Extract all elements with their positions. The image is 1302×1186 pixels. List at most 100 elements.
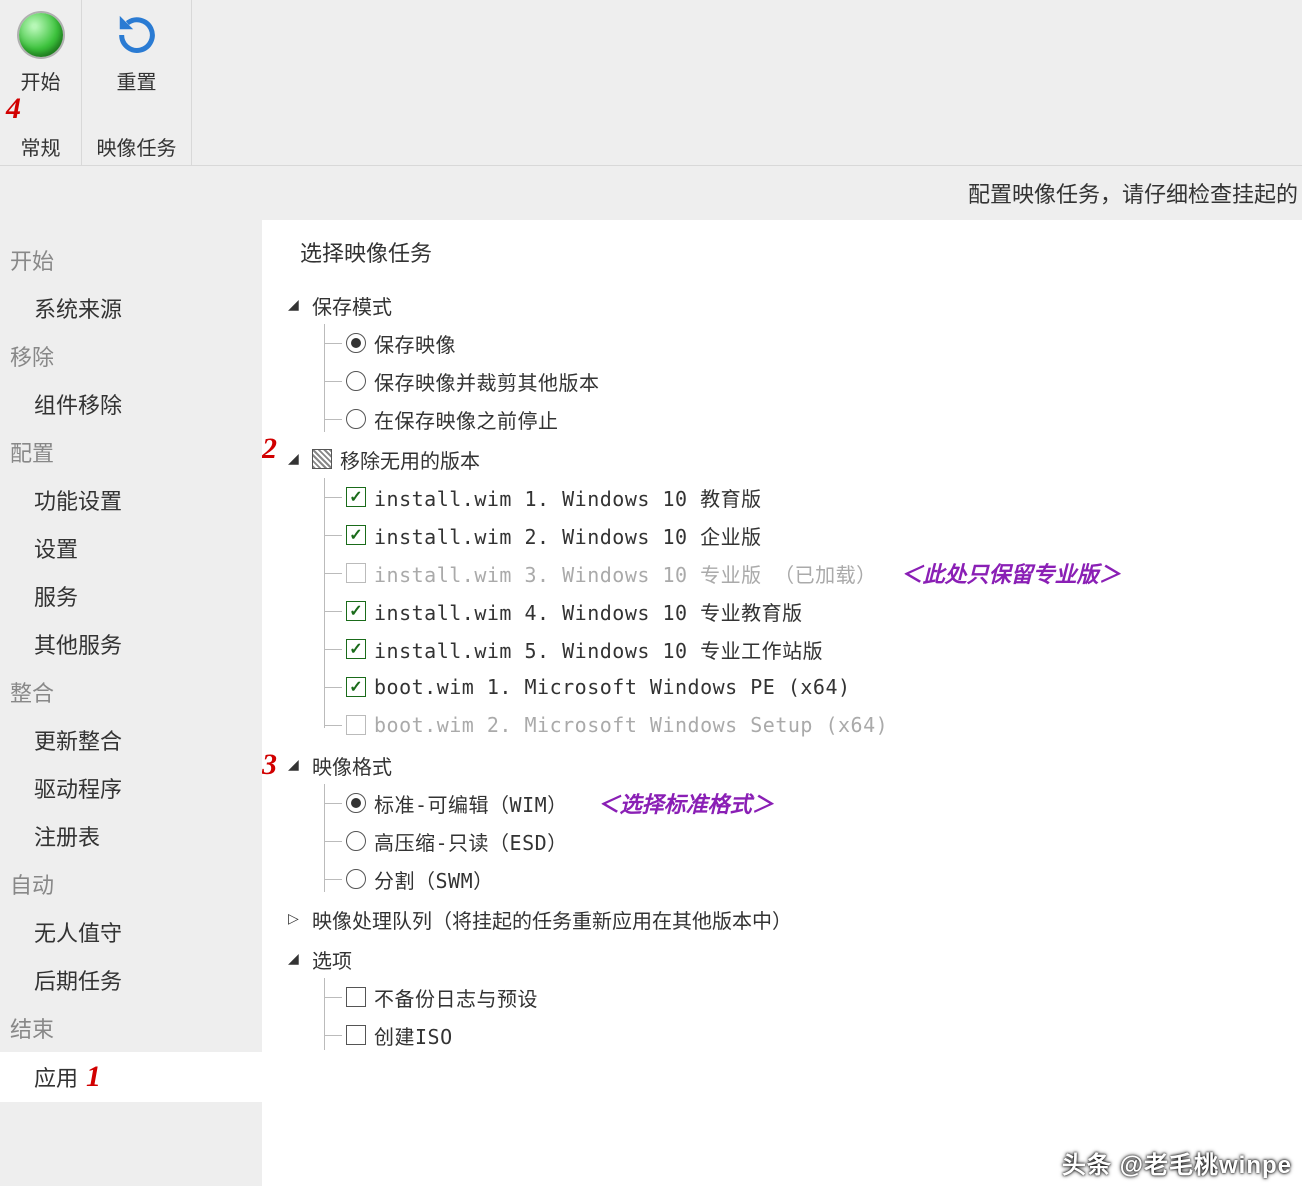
expander-icon: ◢ — [288, 297, 304, 313]
format-label: 分割（SWM） — [374, 865, 494, 894]
annotation-marker-3: 3 — [262, 748, 277, 782]
sidebar-item-unattended[interactable]: 无人值守 — [0, 908, 262, 956]
toolbar-group-image-tasks: 重置 映像任务 — [82, 0, 192, 165]
sidebar-head-auto: 自动 — [0, 860, 262, 908]
toolbar-group-general: 开始 4 常规 — [0, 0, 82, 165]
check-edition-pro-ws[interactable]: install.wim 5. Windows 10 专业工作站版 — [288, 630, 1296, 668]
expander-icon: ◢ — [288, 951, 304, 967]
reset-icon — [112, 10, 162, 60]
sidebar-item-apply[interactable]: 应用 1 — [0, 1052, 262, 1102]
toolbar-group-image-tasks-label: 映像任务 — [97, 120, 177, 161]
node-remove-editions[interactable]: ◢ 移除无用的版本 — [288, 440, 1296, 478]
sidebar-item-features[interactable]: 功能设置 — [0, 476, 262, 524]
sidebar-head-config: 配置 — [0, 428, 262, 476]
hint-bar: 配置映像任务，请仔细检查挂起的 — [0, 166, 1302, 220]
reset-label: 重置 — [117, 66, 157, 95]
reset-button[interactable]: 重置 — [112, 10, 162, 99]
edition-label: install.wim 1. Windows 10 教育版 — [374, 483, 762, 512]
checkbox-icon — [346, 677, 366, 697]
radio-format-wim[interactable]: 标准-可编辑（WIM） ＜选择标准格式＞ — [288, 784, 1296, 822]
sidebar-item-drivers[interactable]: 驱动程序 — [0, 764, 262, 812]
node-save-mode[interactable]: ◢ 保存模式 — [288, 286, 1296, 324]
workspace: 开始 系统来源 移除 组件移除 配置 功能设置 设置 服务 其他服务 整合 更新… — [0, 220, 1302, 1186]
radio-label: 保存映像 — [374, 329, 456, 358]
sidebar-head-integrate: 整合 — [0, 668, 262, 716]
annotation-choose-standard: ＜选择标准格式＞ — [598, 787, 774, 819]
save-mode-label: 保存模式 — [312, 291, 392, 320]
radio-icon — [346, 409, 366, 429]
edition-label: install.wim 5. Windows 10 专业工作站版 — [374, 635, 823, 664]
node-queue[interactable]: ▷ 映像处理队列（将挂起的任务重新应用在其他版本中） — [288, 900, 1296, 938]
checkbox-icon — [346, 639, 366, 659]
radio-label: 保存映像并裁剪其他版本 — [374, 367, 600, 396]
sidebar-head-finish: 结束 — [0, 1004, 262, 1052]
radio-format-esd[interactable]: 高压缩-只读（ESD） — [288, 822, 1296, 860]
check-boot-setup: boot.wim 2. Microsoft Windows Setup (x64… — [288, 706, 1296, 744]
edition-label: boot.wim 2. Microsoft Windows Setup (x64… — [374, 713, 888, 737]
main-title: 选择映像任务 — [300, 236, 1296, 268]
radio-icon — [346, 371, 366, 391]
start-label: 开始 — [21, 66, 61, 95]
main-panel: 选择映像任务 ◢ 保存模式 保存映像 保存映像并裁剪其他版本 — [262, 220, 1302, 1186]
sidebar-item-registry[interactable]: 注册表 — [0, 812, 262, 860]
radio-icon — [346, 869, 366, 889]
check-boot-pe[interactable]: boot.wim 1. Microsoft Windows PE (x64) — [288, 668, 1296, 706]
sidebar-item-settings[interactable]: 设置 — [0, 524, 262, 572]
radio-icon — [346, 333, 366, 353]
radio-format-swm[interactable]: 分割（SWM） — [288, 860, 1296, 898]
start-button[interactable]: 开始 — [16, 10, 66, 99]
image-format-label: 映像格式 — [312, 751, 392, 780]
sidebar-item-post-tasks[interactable]: 后期任务 — [0, 956, 262, 1004]
check-edition-pro-edu[interactable]: install.wim 4. Windows 10 专业教育版 — [288, 592, 1296, 630]
annotation-marker-2: 2 — [262, 432, 277, 466]
sidebar-head-start: 开始 — [0, 236, 262, 284]
check-no-backup-log[interactable]: 不备份日志与预设 — [288, 978, 1296, 1016]
annotation-marker-4: 4 — [6, 92, 21, 126]
radio-save-trim[interactable]: 保存映像并裁剪其他版本 — [288, 362, 1296, 400]
queue-label: 映像处理队列（将挂起的任务重新应用在其他版本中） — [312, 905, 792, 934]
options-label: 选项 — [312, 945, 352, 974]
annotation-keep-pro: ＜此处只保留专业版＞ — [901, 557, 1121, 589]
edition-label: install.wim 4. Windows 10 专业教育版 — [374, 597, 803, 626]
radio-save-image[interactable]: 保存映像 — [288, 324, 1296, 362]
hint-text: 配置映像任务，请仔细检查挂起的 — [968, 177, 1298, 209]
remove-editions-label: 移除无用的版本 — [340, 445, 480, 474]
checkbox-icon — [346, 1025, 366, 1045]
expander-icon: ◢ — [288, 451, 304, 467]
start-icon — [19, 13, 63, 57]
check-edition-edu[interactable]: install.wim 1. Windows 10 教育版 — [288, 478, 1296, 516]
annotation-marker-1: 1 — [86, 1060, 101, 1094]
check-edition-ent[interactable]: install.wim 2. Windows 10 企业版 — [288, 516, 1296, 554]
sidebar-item-services[interactable]: 服务 — [0, 572, 262, 620]
radio-icon — [346, 831, 366, 851]
checkbox-icon — [346, 487, 366, 507]
edition-label: boot.wim 1. Microsoft Windows PE (x64) — [374, 675, 851, 699]
checkbox-icon — [346, 525, 366, 545]
option-label: 创建ISO — [374, 1021, 453, 1050]
format-label: 标准-可编辑（WIM） — [374, 789, 568, 818]
edition-label: install.wim 2. Windows 10 企业版 — [374, 521, 762, 550]
radio-stop-before-save[interactable]: 在保存映像之前停止 — [288, 400, 1296, 438]
sidebar-item-updates[interactable]: 更新整合 — [0, 716, 262, 764]
sidebar-head-remove: 移除 — [0, 332, 262, 380]
check-create-iso[interactable]: 创建ISO — [288, 1016, 1296, 1054]
toolbar: 开始 4 常规 重置 映像任务 — [0, 0, 1302, 166]
sidebar-item-component-removal[interactable]: 组件移除 — [0, 380, 262, 428]
expander-collapsed-icon: ▷ — [288, 911, 304, 927]
tri-checkbox-icon — [312, 449, 332, 469]
sidebar: 开始 系统来源 移除 组件移除 配置 功能设置 设置 服务 其他服务 整合 更新… — [0, 220, 262, 1186]
checkbox-icon — [346, 715, 366, 735]
format-label: 高压缩-只读（ESD） — [374, 827, 568, 856]
checkbox-icon — [346, 987, 366, 1007]
node-image-format[interactable]: ◢ 映像格式 — [288, 746, 1296, 784]
watermark: 头条 @老毛桃winpe — [1062, 1145, 1292, 1180]
sidebar-item-apply-label: 应用 — [34, 1061, 78, 1093]
radio-label: 在保存映像之前停止 — [374, 405, 559, 434]
node-options[interactable]: ◢ 选项 — [288, 940, 1296, 978]
sidebar-item-other-services[interactable]: 其他服务 — [0, 620, 262, 668]
sidebar-item-system-source[interactable]: 系统来源 — [0, 284, 262, 332]
check-edition-pro-loaded: install.wim 3. Windows 10 专业版 （已加载） ＜此处只… — [288, 554, 1296, 592]
checkbox-icon — [346, 601, 366, 621]
expander-icon: ◢ — [288, 757, 304, 773]
task-tree: ◢ 保存模式 保存映像 保存映像并裁剪其他版本 在保存映 — [288, 286, 1296, 1054]
